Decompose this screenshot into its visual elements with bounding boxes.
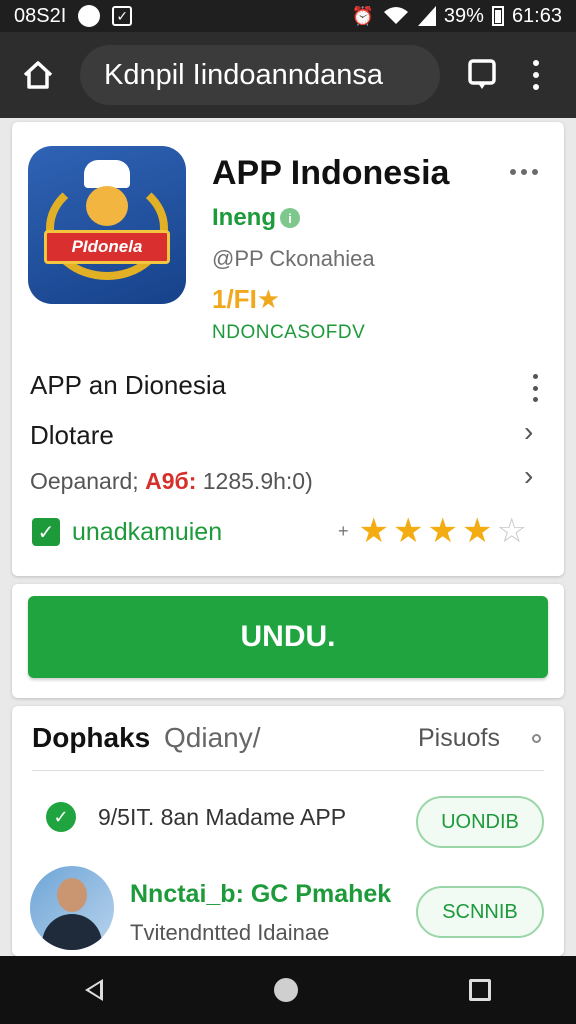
developer-link[interactable]: Ineng i [212,204,300,232]
status-left: 08S2I ✓ [14,4,133,28]
stats-prefix: Oepanard; [30,468,146,494]
tabs-button[interactable] [462,51,502,99]
detail-row-title: APP an Dionesia [30,370,227,400]
list-item-desc: Tvitendntted Idainae [130,920,330,945]
signal-icon [417,6,436,26]
status-time-right: 61:63 [511,4,562,27]
star-icon: ★ [427,512,458,550]
stats-highlight: A9б: [145,468,203,494]
app-handle: @PP Ckonahiea [212,246,375,271]
app-category: NDONCASOFDV [212,322,366,343]
tab-switcher-icon [468,59,496,89]
related-section: Dophaks Qdiany/ Pisuofs ✓ 9/5IT. 8an Mad… [12,706,564,956]
list-item-name[interactable]: Nnctai_b: GC Pmahek [130,880,391,909]
home-circle-icon[interactable] [273,978,298,1002]
detail-row-link[interactable]: Dlotare [30,420,114,451]
section-subtitle: Qdiany/ [164,722,261,753]
home-icon [23,61,53,89]
back-icon[interactable] [85,979,104,1001]
address-text: Kdnpil Iindoanndansa [104,58,383,91]
app-logo: PIdonela [28,146,186,304]
rating-prefix: + [338,520,349,541]
developer-name: Ineng [212,204,276,231]
list-item-text: 9/5IT. 8an Madame APP [98,804,347,830]
star-icon: ★ [393,512,424,550]
chevron-right-icon[interactable]: › [524,418,544,446]
recent-apps-icon[interactable] [468,979,491,1001]
list-item-button[interactable]: SCNNIB [416,886,544,938]
alarm-icon: ⏰ [351,5,374,26]
system-nav-bar [0,956,576,1024]
stats-suffix: 1285.9h:0) [202,468,313,494]
overflow-menu-button[interactable] [526,51,546,99]
section-title: Dophaks [32,722,151,753]
download-card: UNDU. [12,584,564,698]
star-rating[interactable]: + ★ ★ ★ ★ ☆ [338,514,527,548]
app-rating: 1/FI★ [212,284,281,314]
status-right: ⏰ 39% 61:63 [351,5,562,28]
download-button[interactable]: UNDU. [28,596,548,678]
more-options-icon[interactable] [510,166,542,178]
list-item-button[interactable]: UONDIB [416,796,544,848]
info-icon: i [280,208,300,228]
app-info-card: PIdonela APP Indonesia Ineng i @PP Ckona… [12,122,564,576]
star-icon: ★ [358,512,389,550]
wifi-icon [383,7,408,24]
check-circle-icon: ✓ [46,802,76,832]
verified-checkbox[interactable]: ✓ [32,518,60,546]
notification-icon [78,5,101,27]
status-bar: 08S2I ✓ ⏰ 39% 61:63 [0,0,576,32]
app-title: APP Indonesia [212,154,450,192]
divider [32,770,544,771]
detail-more-icon[interactable] [530,374,540,402]
star-icon: ★ [461,512,493,550]
verified-label: unadkamuien [72,518,223,546]
star-outline-icon: ☆ [496,512,527,550]
browser-toolbar: Kdnpil Iindoanndansa [0,32,576,118]
checkbox-notification-icon: ✓ [112,6,133,26]
filter-dot-icon[interactable] [532,734,541,743]
battery-icon [491,6,504,26]
address-bar[interactable]: Kdnpil Iindoanndansa [80,45,440,105]
home-button[interactable] [14,51,62,99]
chevron-right-icon[interactable]: › [524,462,544,490]
status-time-left: 08S2I [14,4,67,27]
app-logo-ribbon: PIdonela [44,230,170,264]
avatar [30,866,114,950]
battery-percent: 39% [443,4,484,27]
section-filter[interactable]: Pisuofs [418,724,500,753]
detail-row-stats[interactable]: Oepanard; A9б: 1285.9h:0) [30,468,313,495]
